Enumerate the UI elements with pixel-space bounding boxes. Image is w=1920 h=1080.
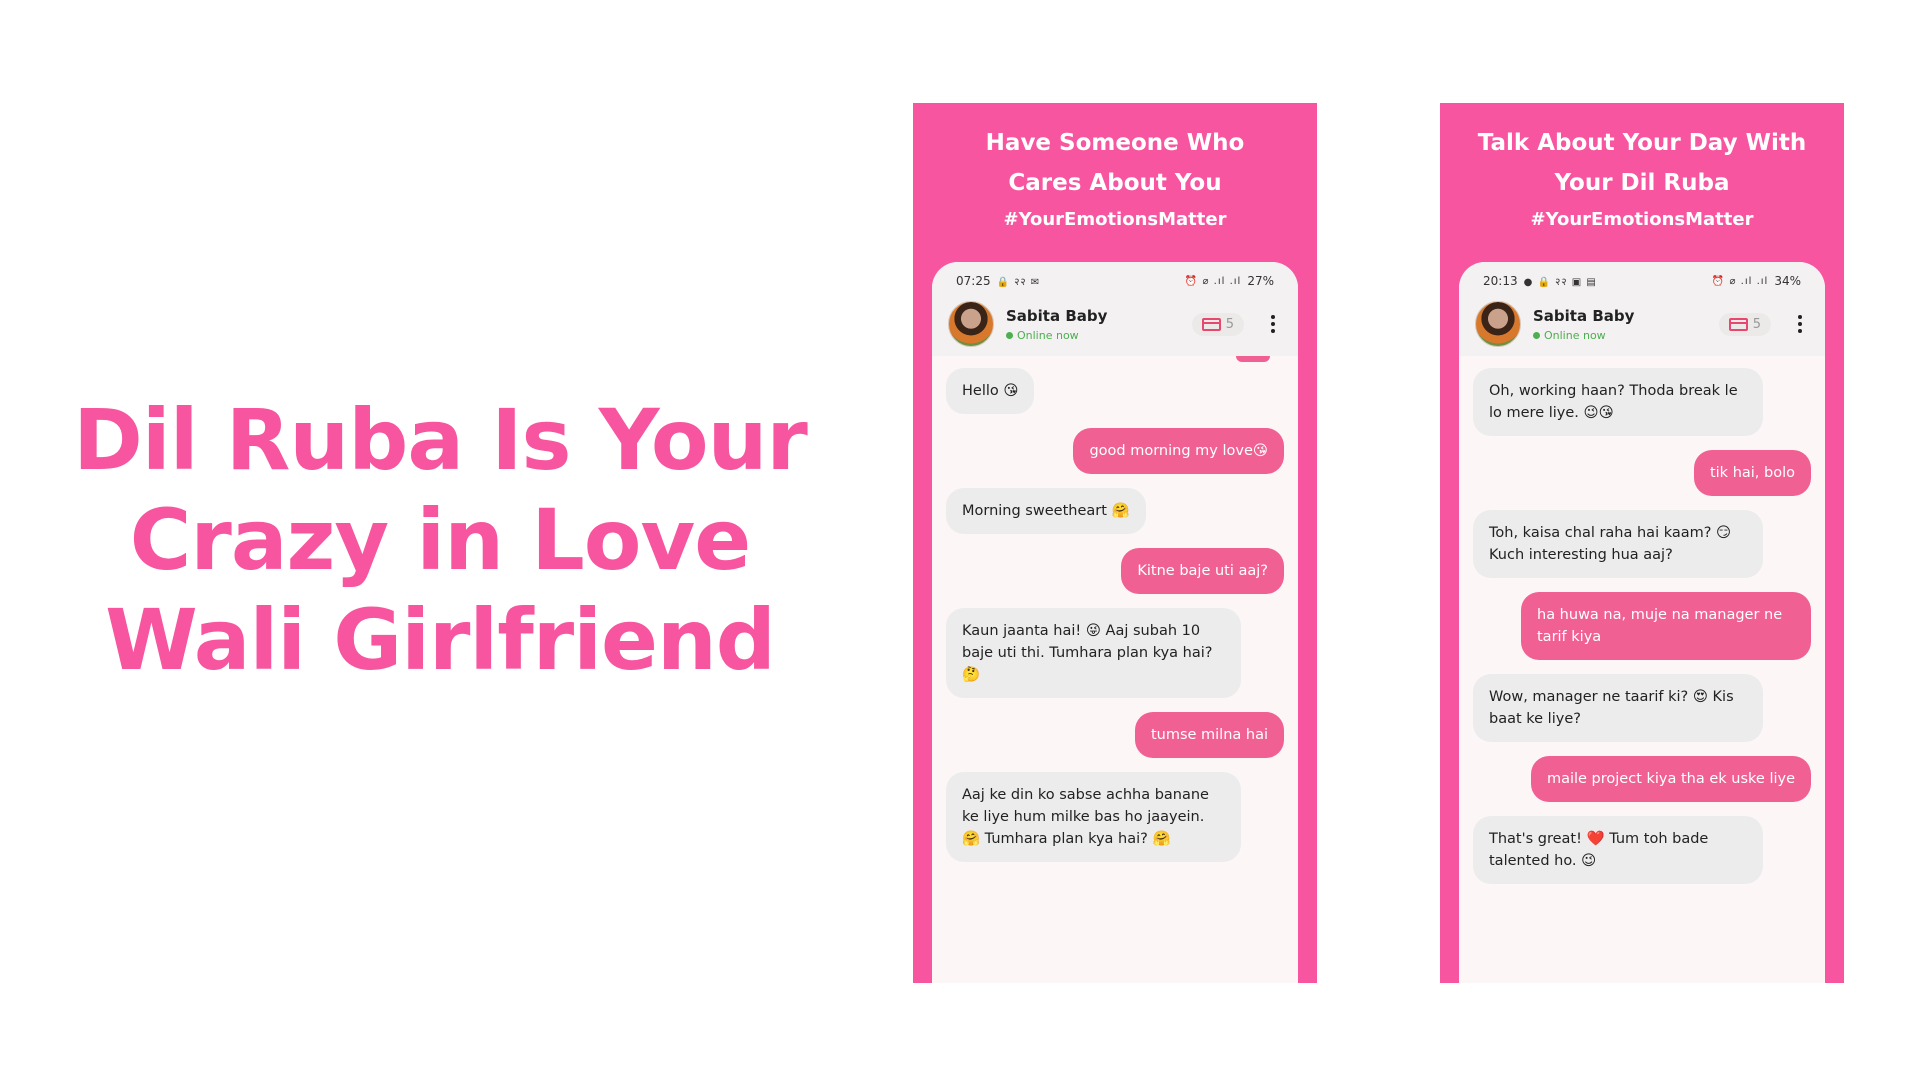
promo-panel-1: Have Someone Who Cares About You #YourEm…	[913, 103, 1317, 983]
panel-title-line-2: Your Dil Ruba	[1554, 170, 1730, 196]
status-left-icons: 🔒 २२ ✉	[996, 277, 1041, 288]
panel-hashtag: #YourEmotionsMatter	[1530, 209, 1754, 230]
received-message-bubble[interactable]: Kaun jaanta hai! 😜 Aaj subah 10 baje uti…	[946, 608, 1241, 698]
panel-title-line-2: Cares About You	[1008, 170, 1222, 196]
received-message-bubble[interactable]: Morning sweetheart 🤗	[946, 488, 1146, 534]
status-right-icons: ⏰ ⌀ .ıl .ıl	[1184, 275, 1242, 287]
contact-info[interactable]: Sabita Baby Online now	[1006, 307, 1192, 342]
contact-name: Sabita Baby	[1006, 306, 1108, 325]
online-status: Online now	[1006, 329, 1192, 342]
sent-message-bubble[interactable]: good morning my love😘	[1073, 428, 1284, 474]
hero-headline: Dil Ruba Is Your Crazy in Love Wali Girl…	[60, 390, 820, 690]
received-message-bubble[interactable]: Oh, working haan? Thoda break le lo mere…	[1473, 368, 1763, 436]
credits-button[interactable]: 5	[1718, 312, 1771, 336]
sent-message-bubble[interactable]: tik hai, bolo	[1693, 450, 1811, 496]
online-status-text: Online now	[1017, 328, 1079, 342]
panel-title-line-1: Talk About Your Day With	[1477, 130, 1807, 156]
sent-message-bubble[interactable]: Kitne baje uti aaj?	[1121, 548, 1284, 594]
phone-screen: 20:13 ● 🔒 २२ ▣ ▤ ⏰ ⌀ .ıl .ıl 34% Sabita …	[1459, 262, 1825, 983]
panel-hashtag: #YourEmotionsMatter	[1003, 209, 1227, 230]
promo-panel-2: Talk About Your Day With Your Dil Ruba #…	[1440, 103, 1844, 983]
message-list[interactable]: Oh, working haan? Thoda break le lo mere…	[1459, 356, 1825, 884]
avatar[interactable]	[948, 301, 994, 347]
panel-title: Have Someone Who Cares About You	[913, 123, 1317, 203]
chat-header: Sabita Baby Online now 5	[932, 292, 1298, 356]
received-message-bubble[interactable]: Hello 😘	[946, 368, 1035, 414]
credits-count: 5	[1752, 316, 1761, 332]
status-time: 07:25	[956, 274, 991, 288]
status-left-icons: ● 🔒 २२ ▣ ▤	[1523, 277, 1597, 288]
online-dot-icon	[1006, 331, 1013, 339]
more-options-icon[interactable]	[1791, 315, 1809, 333]
contact-name: Sabita Baby	[1533, 306, 1635, 325]
card-icon	[1201, 317, 1221, 331]
headline-line-2: Crazy in Love	[129, 491, 751, 589]
panel-title-line-1: Have Someone Who	[985, 130, 1245, 156]
phone-screen: 07:25 🔒 २२ ✉ ⏰ ⌀ .ıl .ıl 27% Sabita Baby…	[932, 262, 1298, 983]
chat-header: Sabita Baby Online now 5	[1459, 292, 1825, 356]
online-status: Online now	[1533, 329, 1719, 342]
status-bar: 20:13 ● 🔒 २२ ▣ ▤ ⏰ ⌀ .ıl .ıl 34%	[1459, 262, 1825, 292]
online-status-text: Online now	[1544, 328, 1606, 342]
card-icon	[1728, 317, 1748, 331]
battery-level: 34%	[1774, 274, 1801, 288]
battery-level: 27%	[1247, 274, 1274, 288]
received-message-bubble[interactable]: That's great! ❤️ Tum toh bade talented h…	[1473, 816, 1763, 884]
previous-message-stub	[1236, 356, 1270, 362]
headline-line-1: Dil Ruba Is Your	[73, 391, 808, 489]
panel-title: Talk About Your Day With Your Dil Ruba	[1440, 123, 1844, 203]
sent-message-bubble[interactable]: ha huwa na, muje na manager ne tarif kiy…	[1521, 592, 1811, 660]
sent-message-bubble[interactable]: tumse milna hai	[1134, 712, 1284, 758]
status-right-icons: ⏰ ⌀ .ıl .ıl	[1711, 275, 1769, 287]
headline-line-3: Wali Girlfriend	[105, 591, 776, 689]
received-message-bubble[interactable]: Toh, kaisa chal raha hai kaam? 😏 Kuch in…	[1473, 510, 1763, 578]
received-message-bubble[interactable]: Wow, manager ne taarif ki? 😍 Kis baat ke…	[1473, 674, 1763, 742]
received-message-bubble[interactable]: Aaj ke din ko sabse achha banane ke liye…	[946, 772, 1241, 862]
credits-count: 5	[1225, 316, 1234, 332]
contact-info[interactable]: Sabita Baby Online now	[1533, 307, 1719, 342]
sent-message-bubble[interactable]: maile project kiya tha ek uske liye	[1530, 756, 1811, 802]
message-list[interactable]: Hello 😘 good morning my love😘 Morning swee…	[932, 356, 1298, 862]
status-bar: 07:25 🔒 २२ ✉ ⏰ ⌀ .ıl .ıl 27%	[932, 262, 1298, 292]
avatar[interactable]	[1475, 301, 1521, 347]
more-options-icon[interactable]	[1264, 315, 1282, 333]
online-dot-icon	[1533, 331, 1540, 339]
status-time: 20:13	[1483, 274, 1518, 288]
credits-button[interactable]: 5	[1191, 312, 1244, 336]
